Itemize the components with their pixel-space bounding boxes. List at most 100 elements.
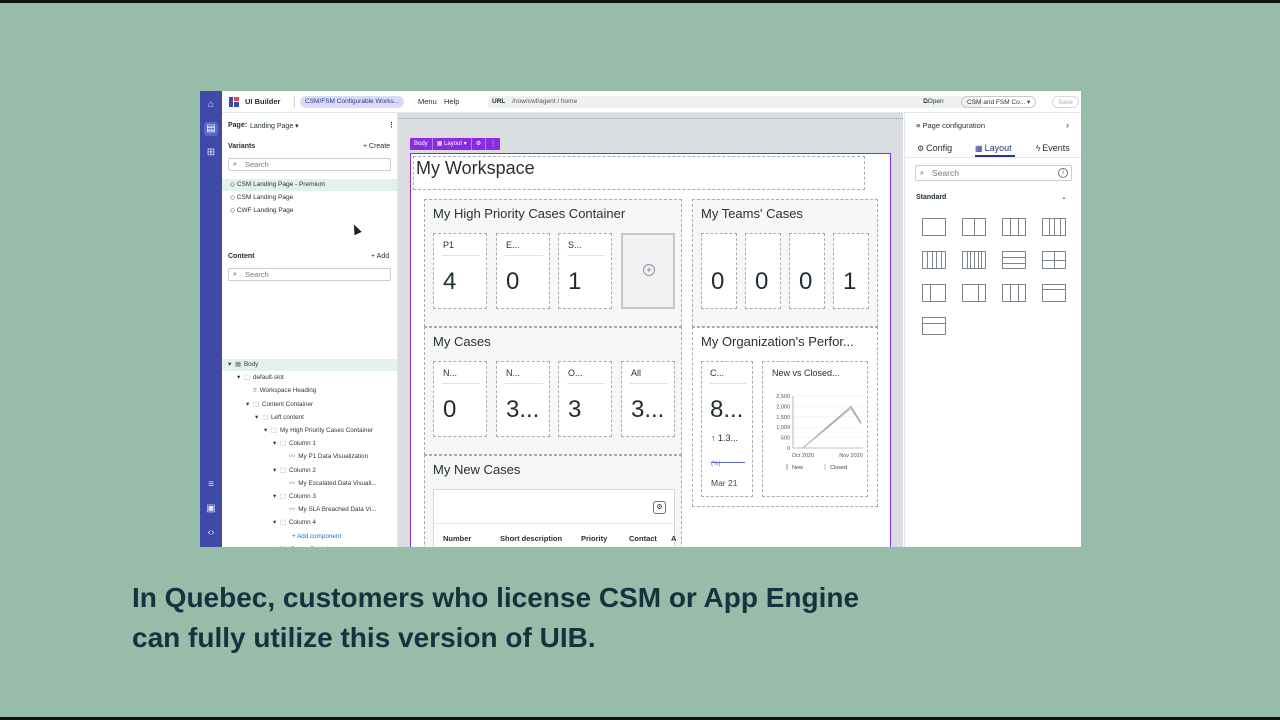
tab-config[interactable]: ⚙ Config [917, 143, 952, 153]
url-field[interactable]: URL /now/cwf/agent / home [488, 96, 983, 108]
card-value: 3... [506, 396, 540, 423]
column-header-a[interactable]: A [671, 534, 676, 543]
add-component-slot[interactable]: + [621, 233, 675, 309]
column-header-short-description[interactable]: Short description [500, 534, 562, 543]
settings-icon[interactable]: ⚙ [472, 138, 487, 150]
layout-option-icon[interactable] [1042, 284, 1066, 302]
workspace-heading[interactable]: My Workspace [413, 156, 865, 190]
line-chart: 2,500 2,000 1,500 1,000 500 0Oct 2020 Nov 2020… [776, 394, 863, 471]
sla-breached-card[interactable]: S... 1 [558, 233, 612, 309]
layout-option-icon[interactable] [1002, 251, 1026, 269]
tree-item[interactable]: 〰 My P1 Data Visualization [222, 451, 397, 463]
variant-item[interactable]: ◇ CSM Landing Page [222, 192, 397, 204]
new-vs-closed-chart[interactable]: New vs Closed... 2,500 2,000 1,500 1,000 500… [762, 361, 868, 497]
info-icon[interactable]: i [1058, 168, 1068, 178]
url-value: /now/cwf/agent / home [512, 98, 578, 105]
tree-item[interactable]: + Add component [222, 531, 397, 543]
tree-item[interactable]: ▾ ⬚ Column 3 [222, 491, 397, 503]
layout-dropdown[interactable]: ▦ Layout ▾ [433, 138, 472, 150]
layout-option-icon[interactable] [1002, 218, 1026, 236]
layout-option-icon[interactable] [1002, 284, 1026, 302]
tab-events[interactable]: ϟ Events [1036, 143, 1070, 153]
layout-option-icon[interactable] [962, 284, 986, 302]
y-tick-label: 500 [781, 436, 790, 442]
scope-selector[interactable]: CSM and FSM Co... ▾ [961, 96, 1037, 108]
layout-option-icon[interactable] [1042, 218, 1066, 236]
pages-icon[interactable]: ▤ [204, 122, 218, 136]
tree-item[interactable]: ▾ ⬚ My High Priority Cases Container [222, 425, 397, 437]
tree-item[interactable]: ▾ ▦ Body [222, 359, 397, 371]
column-header-number[interactable]: Number [443, 534, 471, 543]
p1-card[interactable]: P1 4 [433, 233, 487, 309]
data-icon[interactable]: ≡ [204, 478, 218, 492]
help-button[interactable]: Help [444, 97, 459, 106]
tree-item[interactable]: ▾ ⬚ Column 2 [222, 465, 397, 477]
column-header-contact[interactable]: Contact [629, 534, 657, 543]
tree-item[interactable]: ▾⬚My Cases Container [222, 544, 397, 547]
open-card[interactable]: O... 3 [558, 361, 612, 437]
more-icon[interactable]: ⋮ [486, 138, 500, 150]
variant-item[interactable]: ◇ CSM Landing Page - Premium [222, 179, 397, 191]
team-card[interactable]: 1 [833, 233, 869, 309]
layout-option-icon[interactable] [922, 218, 946, 236]
layout-search-input[interactable]: ⌕ Search i [915, 165, 1072, 181]
body-toolbar: Body ▦ Layout ▾ ⚙ ⋮ [410, 138, 501, 150]
menu-button[interactable]: Menu [418, 97, 437, 106]
team-card[interactable]: 0 [745, 233, 781, 309]
component-icon: ⬚ [280, 493, 286, 500]
all-card[interactable]: All 3... [621, 361, 675, 437]
create-variant-button[interactable]: + Create [363, 143, 390, 150]
tree-item[interactable]: 〰 My Escalated Data Visuali... [222, 478, 397, 490]
preview-icon[interactable]: ▣ [204, 502, 218, 516]
chevron-right-icon[interactable]: › [1066, 120, 1069, 130]
variants-search-input[interactable]: ⌕ Search [228, 158, 391, 171]
my-cases-container[interactable]: My Cases N... 0 N... 3... O... 3 All 3..… [424, 327, 682, 455]
team-card[interactable]: 0 [701, 233, 737, 309]
tree-item[interactable]: ≡ Workspace Heading [222, 385, 397, 397]
tree-item-label: Left content [270, 413, 304, 421]
layout-option-icon[interactable] [962, 251, 986, 269]
save-button[interactable]: Save [1052, 96, 1079, 108]
tree-item[interactable]: ▾ ⬚ Column 4 [222, 517, 397, 529]
org-performance-container[interactable]: My Organization's Perfor... C... 8... ↑ … [692, 327, 878, 507]
tree-item[interactable]: ▾ ⬚ Column 1 [222, 438, 397, 450]
layout-option-icon[interactable] [922, 284, 946, 302]
component-icon: 〰 [289, 479, 296, 487]
components-icon[interactable]: ⊞ [204, 146, 218, 160]
more-options-icon[interactable]: ⋮ [388, 121, 395, 129]
teams-cases-container[interactable]: My Teams' Cases 0 0 0 1 [692, 199, 878, 327]
caret-icon: ▾ [255, 413, 259, 421]
tab-layout[interactable]: ▦ Layout [975, 143, 1012, 153]
new-cases-container[interactable]: My New Cases ⚙ Number Short description … [424, 455, 682, 547]
content-search-input[interactable]: ⌕ Search [228, 268, 391, 281]
column-header-priority[interactable]: Priority [581, 534, 607, 543]
team-card[interactable]: 0 [789, 233, 825, 309]
escalated-card[interactable]: E... 0 [496, 233, 550, 309]
tree-item[interactable]: 〰 My SLA Breached Data Vi... [222, 504, 397, 516]
caret-icon: ▾ [264, 427, 268, 434]
high-priority-container[interactable]: My High Priority Cases Container P1 4 E.… [424, 199, 682, 327]
tree-item[interactable]: ▾ ⬚ default-slot [222, 372, 397, 384]
chevron-down-icon[interactable]: ⌄ [1061, 193, 1067, 201]
section-title: My Cases [433, 334, 491, 349]
layout-option-icon[interactable] [1042, 251, 1066, 269]
add-content-button[interactable]: + Add [371, 253, 389, 260]
code-icon[interactable]: ‹› [204, 526, 218, 540]
home-icon[interactable]: ⌂ [204, 98, 218, 112]
layout-option-icon[interactable] [962, 218, 986, 236]
open-button[interactable]: ⧉Open [923, 98, 944, 106]
page-selector[interactable]: Landing Page ▾ [250, 122, 299, 130]
experience-selector[interactable]: CSM/FSM Configurable Works... [300, 96, 405, 108]
not-updated-card[interactable]: N... 3... [496, 361, 550, 437]
tree-item[interactable]: ▾ ⬚ Left content [222, 412, 397, 424]
layout-option-icon[interactable] [922, 317, 946, 335]
needs-attention-card[interactable]: N... 0 [433, 361, 487, 437]
tree-item[interactable]: ▾ ⬚ Content Container [222, 399, 397, 411]
body-label[interactable]: Body [410, 138, 433, 150]
layout-option-icon[interactable] [922, 251, 946, 269]
variant-item[interactable]: ◇ CWF Landing Page [222, 205, 397, 217]
org-score-card[interactable]: C... 8... ↑ 1.3... (%) Mar 21 [701, 361, 753, 497]
settings-icon[interactable]: ⚙ [653, 501, 666, 514]
card-value: 0 [799, 268, 813, 295]
component-icon: ⬚ [271, 546, 277, 547]
